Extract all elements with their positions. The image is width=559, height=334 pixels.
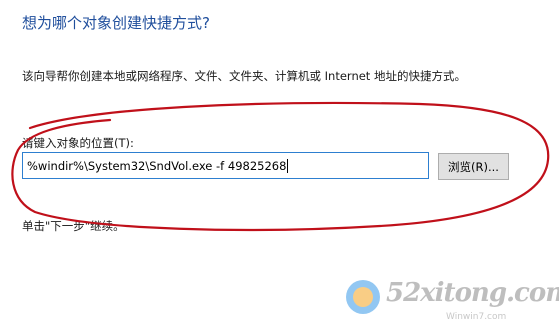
watermark-brand: 52xitong.com bbox=[386, 278, 559, 308]
watermark-subtext: Winwin7.com bbox=[446, 312, 507, 322]
site-watermark: 52xitong.com Winwin7.com bbox=[346, 272, 559, 332]
annotation-stroke bbox=[11, 101, 550, 232]
watermark-logo-icon bbox=[346, 280, 380, 314]
